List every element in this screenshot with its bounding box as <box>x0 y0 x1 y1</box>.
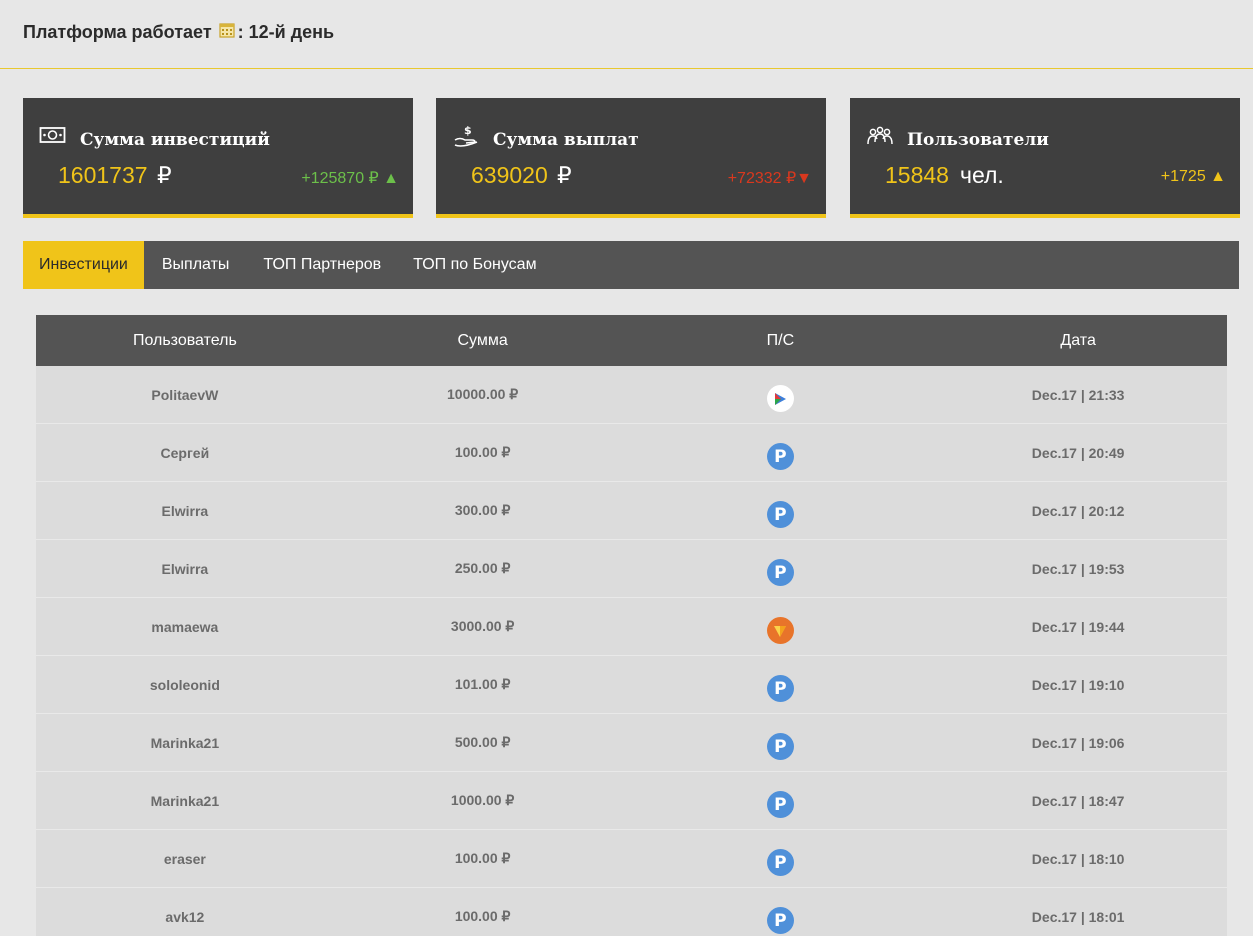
card-title: Пользователи <box>907 130 1049 150</box>
payment-system-cell <box>632 377 930 412</box>
card-title: Сумма инвестиций <box>80 130 270 150</box>
payeer-icon: P <box>766 443 794 470</box>
date-cell: Dec.17 | 18:10 <box>1031 850 1125 867</box>
date-cell: Dec.17 | 19:10 <box>1031 676 1125 693</box>
payeer-icon: P <box>766 907 794 934</box>
payouts-value: 639020 <box>471 162 548 188</box>
tab-top-partners[interactable]: ТОП Партнеров <box>247 241 397 289</box>
tab-investments[interactable]: Инвестиции <box>23 241 144 289</box>
user-cell: Elwirra <box>161 502 209 519</box>
amount-cell: 101.00 ₽ <box>454 676 511 692</box>
user-cell: PolitaevW <box>151 386 219 403</box>
users-group-icon <box>866 125 894 152</box>
payouts-delta: +72332 ₽▼ <box>727 170 812 187</box>
payeer-icon: P <box>766 791 794 818</box>
tab-payouts[interactable]: Выплаты <box>144 241 248 289</box>
user-cell: mamaewa <box>151 618 219 635</box>
payeer-icon: P <box>766 675 794 702</box>
column-header-date: Дата <box>1060 332 1096 349</box>
column-header-ps: П/С <box>766 332 795 349</box>
amount-cell: 300.00 ₽ <box>454 502 511 518</box>
platform-uptime: Платформа работает : 12-й день <box>23 22 334 43</box>
payment-system-cell: P <box>632 899 930 934</box>
table-row: eraser 100.00 ₽ P Dec.17 | 18:10 <box>36 830 1227 888</box>
user-cell: eraser <box>163 850 206 867</box>
amount-cell: 3000.00 ₽ <box>450 618 515 634</box>
date-cell: Dec.17 | 19:44 <box>1031 618 1125 635</box>
payeer-icon: P <box>766 849 794 876</box>
payout-hand-icon: $ <box>452 124 480 155</box>
table-row: Сергей 100.00 ₽ P Dec.17 | 20:49 <box>36 424 1227 482</box>
currency-unit: ₽ <box>157 162 172 188</box>
table-row: Elwirra 300.00 ₽ P Dec.17 | 20:12 <box>36 482 1227 540</box>
date-cell: Dec.17 | 18:47 <box>1031 792 1125 809</box>
table-row: sololeonid 101.00 ₽ P Dec.17 | 19:10 <box>36 656 1227 714</box>
orange-arrow-icon <box>766 617 794 644</box>
uptime-days: : 12-й день <box>237 22 335 42</box>
investments-value: 1601737 <box>58 162 148 188</box>
tab-top-bonuses[interactable]: ТОП по Бонусам <box>397 241 552 289</box>
user-cell: Marinka21 <box>150 734 220 751</box>
amount-cell: 1000.00 ₽ <box>450 792 515 808</box>
play-icon <box>766 385 794 412</box>
table-row: avk12 100.00 ₽ P Dec.17 | 18:01 <box>36 888 1227 936</box>
column-header-user: Пользователь <box>132 332 237 349</box>
user-cell: sololeonid <box>149 676 220 693</box>
uptime-prefix: Платформа работает <box>23 22 212 42</box>
currency-unit: ₽ <box>557 162 572 188</box>
date-cell: Dec.17 | 21:33 <box>1031 386 1125 403</box>
amount-cell: 500.00 ₽ <box>454 734 511 750</box>
amount-cell: 10000.00 ₽ <box>447 386 519 402</box>
table-row: mamaewa 3000.00 ₽ Dec.17 | 19:44 <box>36 598 1227 656</box>
users-value: 15848 <box>885 162 949 188</box>
transactions-table: Пользователь Сумма П/С Дата PolitaevW 10… <box>36 315 1227 936</box>
payment-system-cell: P <box>632 783 930 818</box>
payeer-icon: P <box>766 733 794 760</box>
date-cell: Dec.17 | 18:01 <box>1031 908 1125 925</box>
column-header-amount: Сумма <box>457 332 508 349</box>
user-cell: Marinka21 <box>150 792 220 809</box>
user-cell: Сергей <box>160 444 210 461</box>
amount-cell: 100.00 ₽ <box>454 850 511 866</box>
money-icon <box>39 125 67 152</box>
users-unit: чел. <box>960 162 1004 188</box>
payment-system-cell: P <box>632 551 930 586</box>
top-bar: Платформа работает : 12-й день <box>0 0 1253 69</box>
investments-card: Сумма инвестиций 1601737 ₽ +125870 ₽ ▲ <box>23 98 413 218</box>
svg-text:$: $ <box>464 124 472 137</box>
payment-system-cell: P <box>632 725 930 760</box>
payment-system-cell: P <box>632 435 930 470</box>
investments-delta: +125870 ₽ ▲ <box>301 170 399 187</box>
table-body: PolitaevW 10000.00 ₽ Dec.17 | 21:33 Серг… <box>36 366 1227 936</box>
payeer-icon: P <box>766 501 794 528</box>
amount-cell: 250.00 ₽ <box>454 560 511 576</box>
card-title: Сумма выплат <box>493 130 639 150</box>
payment-system-cell: P <box>632 667 930 702</box>
date-cell: Dec.17 | 20:12 <box>1031 502 1125 519</box>
date-cell: Dec.17 | 20:49 <box>1031 444 1125 461</box>
table-row: Marinka21 1000.00 ₽ P Dec.17 | 18:47 <box>36 772 1227 830</box>
payouts-card: $ Сумма выплат 639020 ₽ +72332 ₽▼ <box>436 98 826 218</box>
payeer-icon: P <box>766 559 794 586</box>
date-cell: Dec.17 | 19:06 <box>1031 734 1125 751</box>
users-card: Пользователи 15848 чел. +1725 ▲ <box>850 98 1240 218</box>
table-header: Пользователь Сумма П/С Дата <box>36 315 1227 366</box>
payment-system-cell: P <box>632 841 930 876</box>
date-cell: Dec.17 | 19:53 <box>1031 560 1125 577</box>
calendar-icon <box>219 22 235 43</box>
payment-system-cell <box>632 609 930 644</box>
table-row: PolitaevW 10000.00 ₽ Dec.17 | 21:33 <box>36 366 1227 424</box>
amount-cell: 100.00 ₽ <box>454 444 511 460</box>
table-row: Marinka21 500.00 ₽ P Dec.17 | 19:06 <box>36 714 1227 772</box>
table-row: Elwirra 250.00 ₽ P Dec.17 | 19:53 <box>36 540 1227 598</box>
user-cell: Elwirra <box>161 560 209 577</box>
payment-system-cell: P <box>632 493 930 528</box>
tabs-bar: Инвестиции Выплаты ТОП Партнеров ТОП по … <box>23 241 1239 289</box>
amount-cell: 100.00 ₽ <box>454 908 511 924</box>
user-cell: avk12 <box>165 908 205 925</box>
stats-cards: Сумма инвестиций 1601737 ₽ +125870 ₽ ▲ $… <box>23 98 1240 218</box>
users-delta: +1725 ▲ <box>1160 168 1226 185</box>
